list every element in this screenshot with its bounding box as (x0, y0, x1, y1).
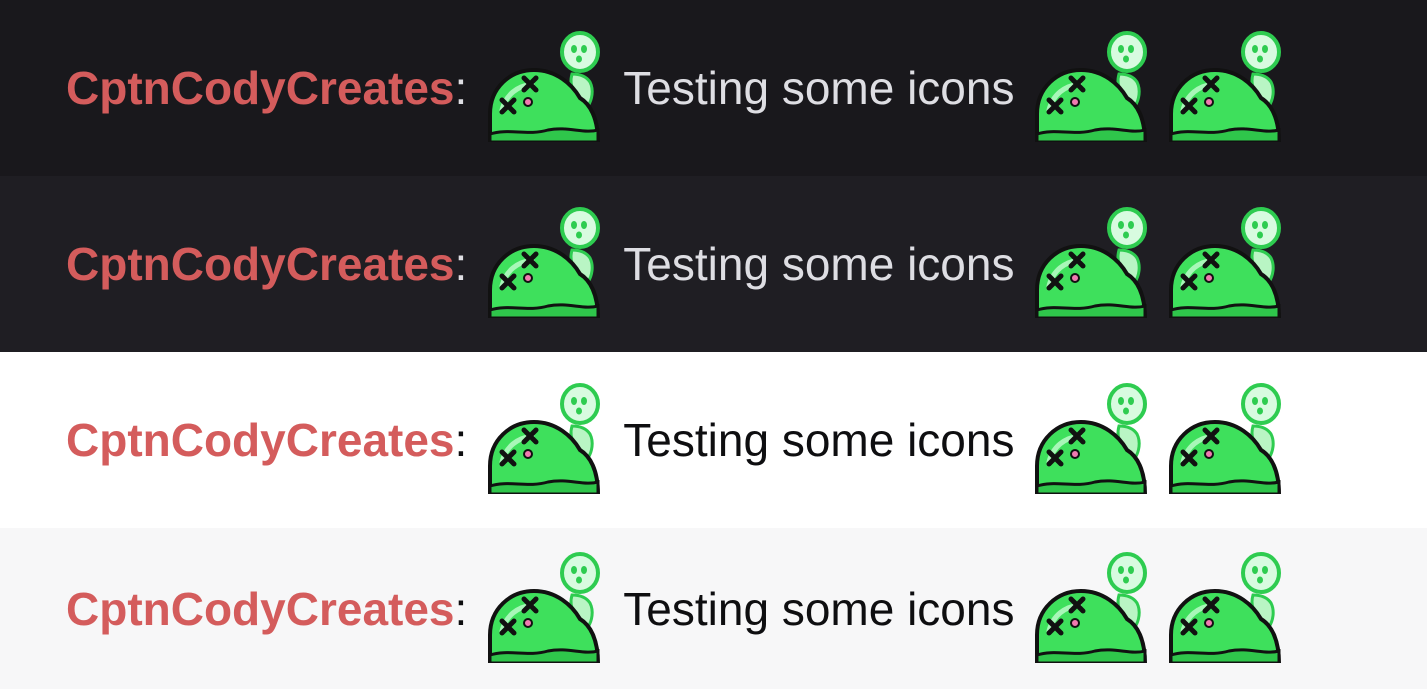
chat-message-text: Testing some icons (623, 414, 1015, 466)
dead-slime-ghost-icon[interactable] (1169, 206, 1281, 318)
dead-slime-ghost-icon[interactable] (1169, 551, 1281, 663)
chat-colon: : (454, 238, 468, 290)
dead-slime-ghost-icon[interactable] (1035, 551, 1147, 663)
chat-username[interactable]: CptnCodyCreates (66, 582, 455, 636)
dead-slime-ghost-icon[interactable] (1035, 382, 1147, 494)
dead-slime-ghost-icon[interactable] (1169, 30, 1281, 142)
chat-colon: : (454, 582, 468, 635)
dead-slime-ghost-icon[interactable] (488, 206, 600, 318)
dead-slime-ghost-icon[interactable] (488, 30, 600, 142)
chat-message-row-light-alt: CptnCodyCreates : Testing some icons (0, 528, 1427, 689)
chat-colon: : (454, 62, 468, 114)
chat-username[interactable]: CptnCodyCreates (66, 61, 455, 115)
chat-message-row-light: CptnCodyCreates : Testing some icons (0, 352, 1427, 528)
chat-message-text: Testing some icons (623, 582, 1015, 635)
dead-slime-ghost-icon[interactable] (1035, 30, 1147, 142)
chat-message-row-dark-alt: CptnCodyCreates : Testing some icons (0, 176, 1427, 352)
chat-message-row-dark: CptnCodyCreates : Testing some icons (0, 0, 1427, 176)
chat-preview: CptnCodyCreates : Testing some icons Cpt… (0, 0, 1427, 689)
dead-slime-ghost-icon[interactable] (488, 551, 600, 663)
chat-colon: : (454, 414, 468, 466)
dead-slime-ghost-icon[interactable] (488, 382, 600, 494)
chat-message-text: Testing some icons (623, 238, 1015, 290)
dead-slime-ghost-icon[interactable] (1169, 382, 1281, 494)
chat-username[interactable]: CptnCodyCreates (66, 237, 455, 291)
dead-slime-ghost-icon[interactable] (1035, 206, 1147, 318)
chat-message-text: Testing some icons (623, 62, 1015, 114)
chat-username[interactable]: CptnCodyCreates (66, 413, 455, 467)
